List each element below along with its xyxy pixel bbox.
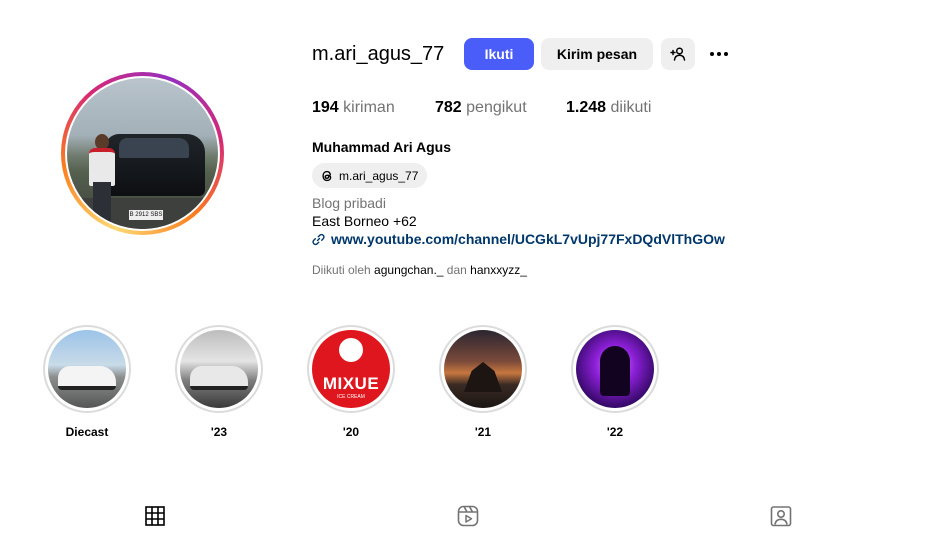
highlight-cover-logo-subtext: ICE CREAM (337, 394, 365, 400)
posts-label: kiriman (343, 99, 395, 116)
bio-link[interactable]: www.youtube.com/channel/UCGkL7vUpj77FxDQ… (312, 231, 725, 247)
highlight-ring-gap (45, 327, 129, 411)
bio-link-text: www.youtube.com/channel/UCGkL7vUpj77FxDQ… (331, 231, 725, 247)
highlight-21[interactable]: '21 (438, 325, 528, 439)
highlight-cover-car (58, 366, 116, 390)
follow-button[interactable]: Ikuti (464, 38, 534, 70)
posts-stat: 194 kiriman (312, 99, 395, 117)
suggested-accounts-button[interactable] (661, 38, 695, 70)
avatar: B 2912 SBS (67, 78, 218, 229)
ellipsis-icon-dot (724, 52, 728, 56)
tab-tagged[interactable] (770, 505, 792, 527)
highlight-cover-figure (600, 346, 630, 396)
followed-by-joiner: dan (446, 263, 467, 277)
followed-by-text[interactable]: Diikuti oleh agungchan._ dan hanxxyzz_ (312, 263, 527, 277)
highlight-20[interactable]: MIXUE ICE CREAM '20 (306, 325, 396, 439)
bio-text: East Borneo +62 (312, 213, 417, 229)
profile-full-name: Muhammad Ari Agus (312, 139, 451, 155)
highlight-ring-gap: MIXUE ICE CREAM (309, 327, 393, 411)
followed-by-prefix: Diikuti oleh (312, 263, 371, 277)
highlight-cover-logo-text: MIXUE (322, 374, 380, 393)
highlight-cover-car (190, 366, 248, 390)
following-label: diikuti (610, 99, 652, 116)
highlight-ring (175, 325, 263, 413)
profile-avatar-story-ring[interactable]: B 2912 SBS (61, 72, 224, 235)
avatar-photo-person-body (89, 148, 115, 186)
highlight-cover-mascot (339, 338, 363, 362)
highlight-diecast[interactable]: Diecast (42, 325, 132, 439)
highlight-ring (439, 325, 527, 413)
highlight-ring: MIXUE ICE CREAM (307, 325, 395, 413)
tab-posts[interactable] (144, 505, 166, 527)
profile-category: Blog pribadi (312, 195, 386, 211)
link-icon (312, 233, 325, 245)
highlight-ring (43, 325, 131, 413)
profile-username: m.ari_agus_77 (312, 43, 445, 65)
highlight-label: '22 (606, 425, 624, 439)
threads-badge[interactable]: m.ari_agus_77 (312, 163, 428, 188)
highlight-ring-gap (573, 327, 657, 411)
reels-icon (457, 505, 479, 527)
threads-handle: m.ari_agus_77 (339, 168, 419, 183)
tagged-person-icon (770, 506, 792, 527)
avatar-ring-gap: B 2912 SBS (65, 76, 220, 231)
followers-label: pengikut (466, 99, 527, 116)
person-plus-icon (670, 47, 686, 61)
followed-by-account: hanxxyzz_ (470, 263, 527, 277)
highlight-cover-image (180, 330, 258, 408)
followers-count: 782 (435, 99, 462, 116)
highlight-22[interactable]: '22 (570, 325, 660, 439)
avatar-photo-license-plate: B 2912 SBS (129, 210, 163, 220)
ellipsis-icon-dot (717, 52, 721, 56)
highlight-cover-image (444, 330, 522, 408)
highlight-label: '23 (210, 425, 228, 439)
following-count: 1.248 (566, 99, 607, 116)
highlight-label: '20 (342, 425, 360, 439)
grid-icon (145, 506, 165, 526)
highlight-label: '21 (474, 425, 492, 439)
highlight-cover-image (576, 330, 654, 408)
highlight-ring-gap (177, 327, 261, 411)
following-stat[interactable]: 1.248 diikuti (566, 99, 651, 117)
highlight-label: Diecast (65, 425, 109, 439)
threads-icon (322, 170, 332, 181)
profile-page: B 2912 SBS m.ari_agus_77 Ikuti Kirim pes… (0, 0, 946, 536)
posts-count: 194 (312, 99, 339, 116)
more-options-button[interactable] (703, 38, 735, 70)
highlight-cover-image (48, 330, 126, 408)
send-message-button[interactable]: Kirim pesan (541, 38, 653, 70)
highlight-cover-image: MIXUE ICE CREAM (312, 330, 390, 408)
ellipsis-icon-dot (710, 52, 714, 56)
tab-reels[interactable] (457, 505, 479, 527)
highlight-ring-gap (441, 327, 525, 411)
highlight-ring (571, 325, 659, 413)
highlight-23[interactable]: '23 (174, 325, 264, 439)
avatar-photo-person-legs (93, 182, 111, 222)
followed-by-account: agungchan._ (374, 263, 444, 277)
followers-stat[interactable]: 782 pengikut (435, 99, 527, 117)
avatar-photo-car-window (119, 138, 189, 158)
highlight-cover-silhouette (464, 362, 502, 392)
